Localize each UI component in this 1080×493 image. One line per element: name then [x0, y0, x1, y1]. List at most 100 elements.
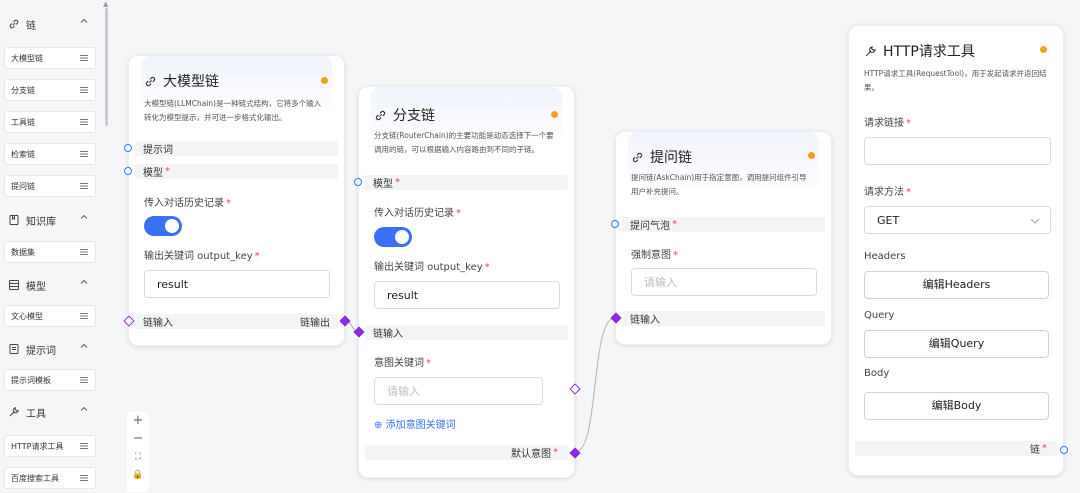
node-description: 大模型链(LLMChain)是一种链式结构，它将多个输入 转化为模型提示，并可进一… [144, 97, 321, 125]
required-mark: * [226, 198, 231, 209]
body-label: Body [864, 368, 890, 379]
port-bubble: 提问气泡 * [622, 217, 825, 232]
output-port-chain[interactable] [1060, 446, 1068, 454]
headers-label: Headers [864, 251, 906, 262]
output-key-label: 输出关键词 output_key * [144, 247, 260, 262]
output-key-label: 输出关键词 output_key * [374, 258, 490, 273]
edit-headers-button[interactable]: 编辑Headers [864, 271, 1049, 299]
field-label: 请求链接 [864, 118, 904, 129]
history-label: 传入对话历史记录 * [144, 194, 231, 209]
node-ask-chain[interactable]: 提问链 提问链(AskChain)用于指定意图，调用提问组件引导 用户补充提问。 … [615, 131, 832, 345]
node-description: HTTP请求工具(RequestTool)，用于发起请求并返回结 果。 [864, 67, 1047, 95]
port-chain-io: 链输入 链输出 [135, 314, 338, 329]
status-dot [551, 111, 558, 118]
port-default-intent: 默认意图 * [365, 445, 568, 460]
port-model: 模型 * [135, 164, 338, 179]
history-toggle[interactable] [144, 216, 182, 236]
required-mark: * [906, 187, 911, 198]
required-mark: * [395, 177, 400, 188]
required-mark: * [1042, 443, 1047, 454]
link-icon [375, 110, 386, 120]
wrench-icon [865, 45, 876, 56]
url-input[interactable] [864, 137, 1051, 165]
input-port-model[interactable] [124, 167, 132, 175]
required-mark: * [484, 262, 490, 273]
desc-line: 大模型链(LLMChain)是一种链式结构，它将多个输入 [144, 99, 322, 108]
port-model: 模型 * [365, 175, 568, 190]
port-label: 提示词 [143, 145, 173, 156]
field-label: 传入对话历史记录 [144, 198, 224, 209]
edit-body-button[interactable]: 编辑Body [864, 392, 1049, 420]
fit-view-button[interactable]: ⛶ [127, 448, 149, 466]
node-title-text: HTTP请求工具 [883, 44, 975, 60]
field-label: 输出关键词 output_key [374, 262, 483, 273]
port-label: 链输出 [300, 318, 330, 329]
node-router-chain[interactable]: 分支链 分支链(RouterChain)的主要功能是动态选择下一个要 调用的链，可… [358, 86, 575, 478]
intent-input[interactable]: 请输入 [374, 377, 543, 405]
chevron-down-icon [1030, 218, 1040, 224]
required-mark: * [456, 208, 461, 219]
link-icon [145, 76, 156, 86]
status-dot [808, 152, 815, 159]
port-label: 链 [1030, 445, 1040, 456]
edit-query-button[interactable]: 编辑Query [864, 330, 1049, 358]
port-chain-in: 链输入 [622, 311, 825, 326]
url-label: 请求链接 * [864, 114, 911, 129]
lock-button[interactable]: 🔒 [127, 466, 149, 484]
desc-line: 提问链(AskChain)用于指定意图，调用提问组件引导 [631, 173, 807, 182]
port-chain-out: 链 * [855, 441, 1057, 456]
field-label: 传入对话历史记录 [374, 208, 454, 219]
history-label: 传入对话历史记录 * [374, 204, 461, 219]
node-title: HTTP请求工具 [864, 41, 975, 61]
force-intent-label: 强制意图 * [631, 246, 678, 261]
query-label: Query [864, 310, 895, 321]
input-port-bubble[interactable] [611, 220, 619, 228]
fit-view-icon: ⛶ [134, 452, 142, 462]
port-prompt: 提示词 [135, 141, 338, 156]
method-select[interactable]: GET [864, 206, 1051, 234]
desc-line: HTTP请求工具(RequestTool)，用于发起请求并返回结 [864, 69, 1047, 78]
node-title-text: 大模型链 [163, 74, 219, 90]
node-description: 分支链(RouterChain)的主要功能是动态选择下一个要 调用的链，可以根据输… [374, 129, 554, 157]
field-label: 意图关键词 [374, 358, 424, 369]
node-llm-chain[interactable]: 大模型链 大模型链(LLMChain)是一种链式结构，它将多个输入 转化为模型提示… [128, 55, 345, 346]
desc-line: 果。 [864, 83, 879, 92]
status-dot [1040, 46, 1047, 53]
zoom-controls: + − ⛶ 🔒 [127, 412, 149, 492]
node-title-text: 分支链 [393, 108, 435, 124]
lock-icon: 🔒 [132, 470, 144, 480]
desc-line: 调用的链，可以根据输入内容路由到不同的子链。 [374, 145, 539, 154]
node-description: 提问链(AskChain)用于指定意图，调用提问组件引导 用户补充提问。 [631, 171, 807, 199]
port-label: 链输入 [373, 329, 403, 340]
required-mark: * [673, 250, 678, 261]
link-icon [632, 152, 643, 162]
node-http-tool[interactable]: HTTP请求工具 HTTP请求工具(RequestTool)，用于发起请求并返回… [848, 25, 1064, 476]
port-label: 默认意图 [511, 449, 551, 460]
method-label: 请求方法 * [864, 183, 911, 198]
desc-line: 用户补充提问。 [631, 187, 684, 196]
history-toggle[interactable] [374, 227, 412, 247]
method-value: GET [877, 213, 900, 227]
node-title: 分支链 [374, 105, 435, 125]
intent-label: 意图关键词 * [374, 354, 431, 369]
add-icon: ⊕ [374, 420, 383, 431]
input-port-prompt[interactable] [124, 144, 132, 152]
zoom-in-button[interactable]: + [127, 412, 149, 430]
input-port-model[interactable] [354, 178, 362, 186]
required-mark: * [672, 219, 677, 230]
output-key-input[interactable]: result [144, 270, 330, 298]
port-label: 链输入 [630, 315, 660, 326]
required-mark: * [426, 358, 431, 369]
port-label: 提问气泡 [630, 221, 670, 232]
add-intent-button[interactable]: ⊕ 添加意图关键词 [374, 416, 456, 431]
node-title: 大模型链 [144, 71, 219, 91]
required-mark: * [553, 447, 558, 458]
edge-router-to-ask[interactable] [574, 317, 616, 453]
field-label: 请求方法 [864, 187, 904, 198]
output-key-input[interactable]: result [374, 281, 560, 309]
node-title: 提问链 [631, 147, 692, 167]
force-intent-input[interactable]: 请输入 [631, 268, 817, 296]
desc-line: 转化为模型提示，并可进一步格式化输出。 [144, 113, 287, 122]
port-label: 模型 [143, 168, 163, 179]
zoom-out-button[interactable]: − [127, 430, 149, 448]
